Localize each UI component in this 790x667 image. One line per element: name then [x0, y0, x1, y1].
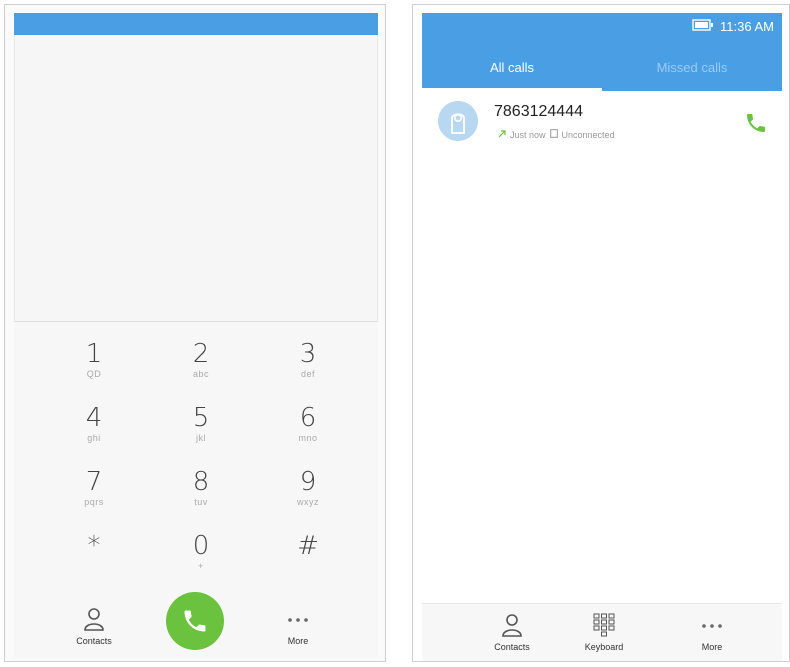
key-letters: tuv	[194, 497, 208, 507]
outgoing-arrow-icon	[498, 129, 506, 140]
dialer-bottom-bar: Contacts More	[14, 592, 378, 658]
person-icon	[472, 612, 552, 638]
phone-icon	[184, 610, 206, 632]
call-log-bottom-bar: Contacts Keyboard More	[422, 603, 782, 661]
contacts-label: Contacts	[76, 636, 112, 646]
tab-label: All calls	[489, 60, 535, 75]
key-9[interactable]: 9 wxyz	[258, 468, 358, 524]
phone-icon	[747, 114, 765, 132]
key-2[interactable]: 2 abc	[151, 340, 251, 396]
dialpad-icon	[564, 612, 644, 638]
key-digit: 0	[192, 531, 210, 561]
key-digit: 4	[85, 403, 103, 433]
dialer-top-bar	[14, 13, 378, 35]
contacts-label: Contacts	[494, 642, 530, 652]
battery-icon	[692, 19, 714, 34]
person-icon	[54, 606, 134, 632]
key-digit: 5	[192, 403, 210, 433]
keyboard-label: Keyboard	[584, 642, 624, 652]
more-button[interactable]: More	[672, 612, 752, 652]
key-letters: ghi	[87, 433, 101, 443]
keyboard-button[interactable]: Keyboard	[564, 612, 644, 652]
dialer-screen: 1 QD 2 abc 3 def 4 ghi 5 jkl 6 mno 7 pqr…	[4, 4, 386, 662]
call-log-item[interactable]: 7863124444 Just now Unconnected	[422, 91, 782, 153]
more-dots-icon	[258, 606, 338, 632]
key-digit: 2	[192, 339, 210, 369]
key-letters: mno	[298, 433, 318, 443]
key-8[interactable]: 8 tuv	[151, 468, 251, 524]
avatar	[438, 101, 478, 141]
status-bar: 11:36 AM	[692, 19, 774, 34]
more-dots-icon	[672, 612, 752, 638]
key-7[interactable]: 7 pqrs	[44, 468, 144, 524]
more-label: More	[701, 642, 723, 652]
key-letters: +	[198, 561, 204, 571]
tab-all-calls[interactable]: All calls	[422, 57, 602, 91]
key-6[interactable]: 6 mno	[258, 404, 358, 460]
person-silhouette-icon	[438, 101, 478, 141]
key-3[interactable]: 3 def	[258, 340, 358, 396]
key-letters: jkl	[196, 433, 206, 443]
tab-missed-calls[interactable]: Missed calls	[602, 57, 782, 91]
key-digit: 3	[299, 339, 317, 369]
key-0[interactable]: 0 +	[151, 532, 251, 588]
call-log-screen: 11:36 AM All calls Missed calls 78631244…	[412, 4, 790, 662]
sim-icon	[549, 129, 558, 140]
key-letters: abc	[192, 369, 209, 379]
call-status: Unconnected	[561, 129, 615, 140]
key-digit: 9	[299, 467, 317, 497]
call-number: 7863124444	[494, 103, 583, 120]
key-digit: #	[297, 531, 319, 561]
dialer-number-display[interactable]	[14, 35, 378, 321]
key-1[interactable]: 1 QD	[44, 340, 144, 396]
call-meta: Just now Unconnected	[498, 129, 615, 140]
key-digit: 1	[85, 339, 103, 369]
call-log-header: 11:36 AM All calls Missed calls	[422, 13, 782, 91]
call-back-button[interactable]	[744, 111, 768, 140]
key-digit: 8	[192, 467, 210, 497]
key-digit: 7	[85, 467, 103, 497]
screenshot-canvas: 1 QD 2 abc 3 def 4 ghi 5 jkl 6 mno 7 pqr…	[0, 0, 790, 667]
key-5[interactable]: 5 jkl	[151, 404, 251, 460]
call-log-list-empty-area	[422, 153, 782, 603]
key-hash[interactable]: #	[258, 532, 358, 588]
more-button[interactable]: More	[258, 606, 338, 646]
status-time: 11:36 AM	[720, 19, 774, 34]
contacts-button[interactable]: Contacts	[472, 612, 552, 652]
key-digit: 6	[299, 403, 317, 433]
key-letters: pqrs	[84, 497, 104, 507]
key-star[interactable]: *	[44, 532, 144, 588]
tab-label: Missed calls	[656, 60, 728, 75]
call-time: Just now	[510, 129, 546, 140]
dialer-keypad: 1 QD 2 abc 3 def 4 ghi 5 jkl 6 mno 7 pqr…	[14, 322, 378, 592]
key-digit: *	[87, 531, 101, 561]
more-label: More	[287, 636, 309, 646]
contacts-button[interactable]: Contacts	[54, 606, 134, 646]
key-letters: def	[300, 369, 315, 379]
key-letters: QD	[86, 369, 102, 379]
key-4[interactable]: 4 ghi	[44, 404, 144, 460]
key-letters: wxyz	[297, 497, 319, 507]
call-button[interactable]	[166, 592, 224, 650]
